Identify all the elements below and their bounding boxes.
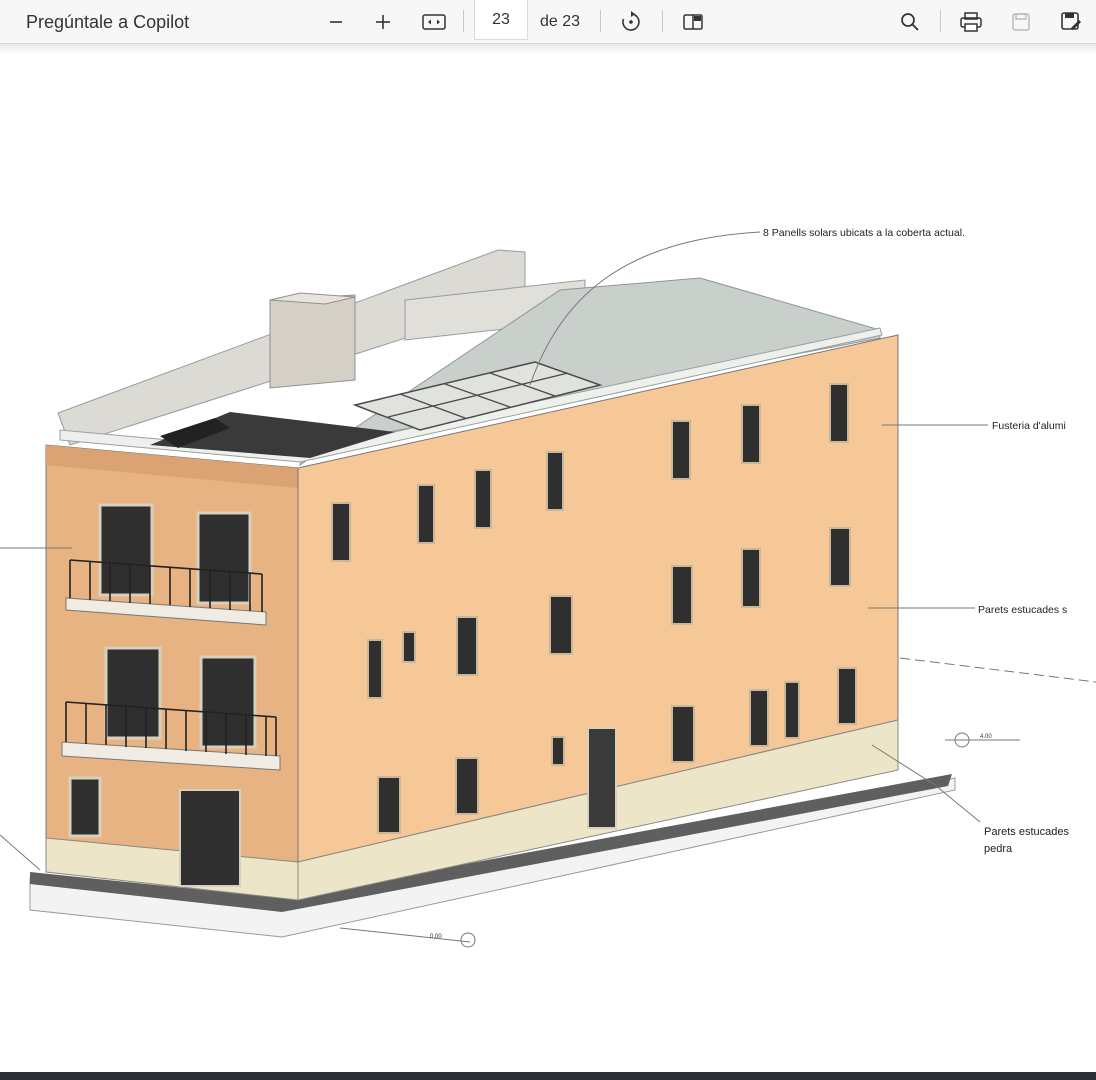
level-marker-right: 4.00 bbox=[980, 734, 992, 740]
pdf-toolbar: Pregúntale a Copilot 23 de 23 bbox=[0, 0, 1096, 44]
parets-annotation: Parets estucades s bbox=[978, 604, 1067, 616]
left-facade bbox=[45, 444, 299, 901]
document-page: 8 Panells solars ubicats a la coberta ac… bbox=[0, 54, 1096, 1072]
fit-page-button[interactable] bbox=[418, 0, 450, 44]
building-drawing: 8 Panells solars ubicats a la coberta ac… bbox=[0, 227, 1096, 948]
parets-pedra-annotation-line1: Parets estucades bbox=[984, 826, 1069, 838]
fusteria-annotation: Fusteria d'alumi bbox=[992, 420, 1066, 432]
bottom-taskbar-edge bbox=[0, 1072, 1096, 1080]
toolbar-divider bbox=[600, 10, 601, 32]
minus-icon bbox=[330, 21, 342, 23]
rotate-icon bbox=[622, 11, 640, 31]
page-view-icon bbox=[683, 14, 703, 30]
toolbar-divider bbox=[463, 10, 464, 32]
toolbar-divider bbox=[940, 10, 941, 32]
toolbar-divider bbox=[662, 10, 663, 32]
toolbar-shadow bbox=[0, 44, 1096, 54]
solar-panels-annotation: 8 Panells solars ubicats a la coberta ac… bbox=[763, 227, 965, 239]
zoom-in-button[interactable] bbox=[369, 0, 397, 44]
save-button[interactable] bbox=[1006, 0, 1036, 44]
page-view-button[interactable] bbox=[678, 0, 708, 44]
fit-page-icon bbox=[422, 14, 446, 30]
level-marker-bottom: 0.00 bbox=[430, 934, 442, 940]
save-as-button[interactable] bbox=[1056, 0, 1086, 44]
save-as-icon bbox=[1061, 12, 1081, 30]
search-icon bbox=[901, 13, 919, 31]
plus-icon bbox=[376, 15, 390, 29]
search-button[interactable] bbox=[895, 0, 925, 44]
ask-copilot-button[interactable]: Pregúntale a Copilot bbox=[26, 0, 189, 44]
print-button[interactable] bbox=[955, 0, 987, 44]
print-icon bbox=[960, 12, 982, 32]
zoom-out-button[interactable] bbox=[322, 0, 350, 44]
rotate-button[interactable] bbox=[616, 0, 646, 44]
page-number-input[interactable]: 23 bbox=[474, 0, 528, 40]
save-icon bbox=[1012, 13, 1030, 31]
parets-pedra-annotation-line2: pedra bbox=[984, 843, 1013, 855]
page-total-label: de 23 bbox=[540, 13, 581, 30]
